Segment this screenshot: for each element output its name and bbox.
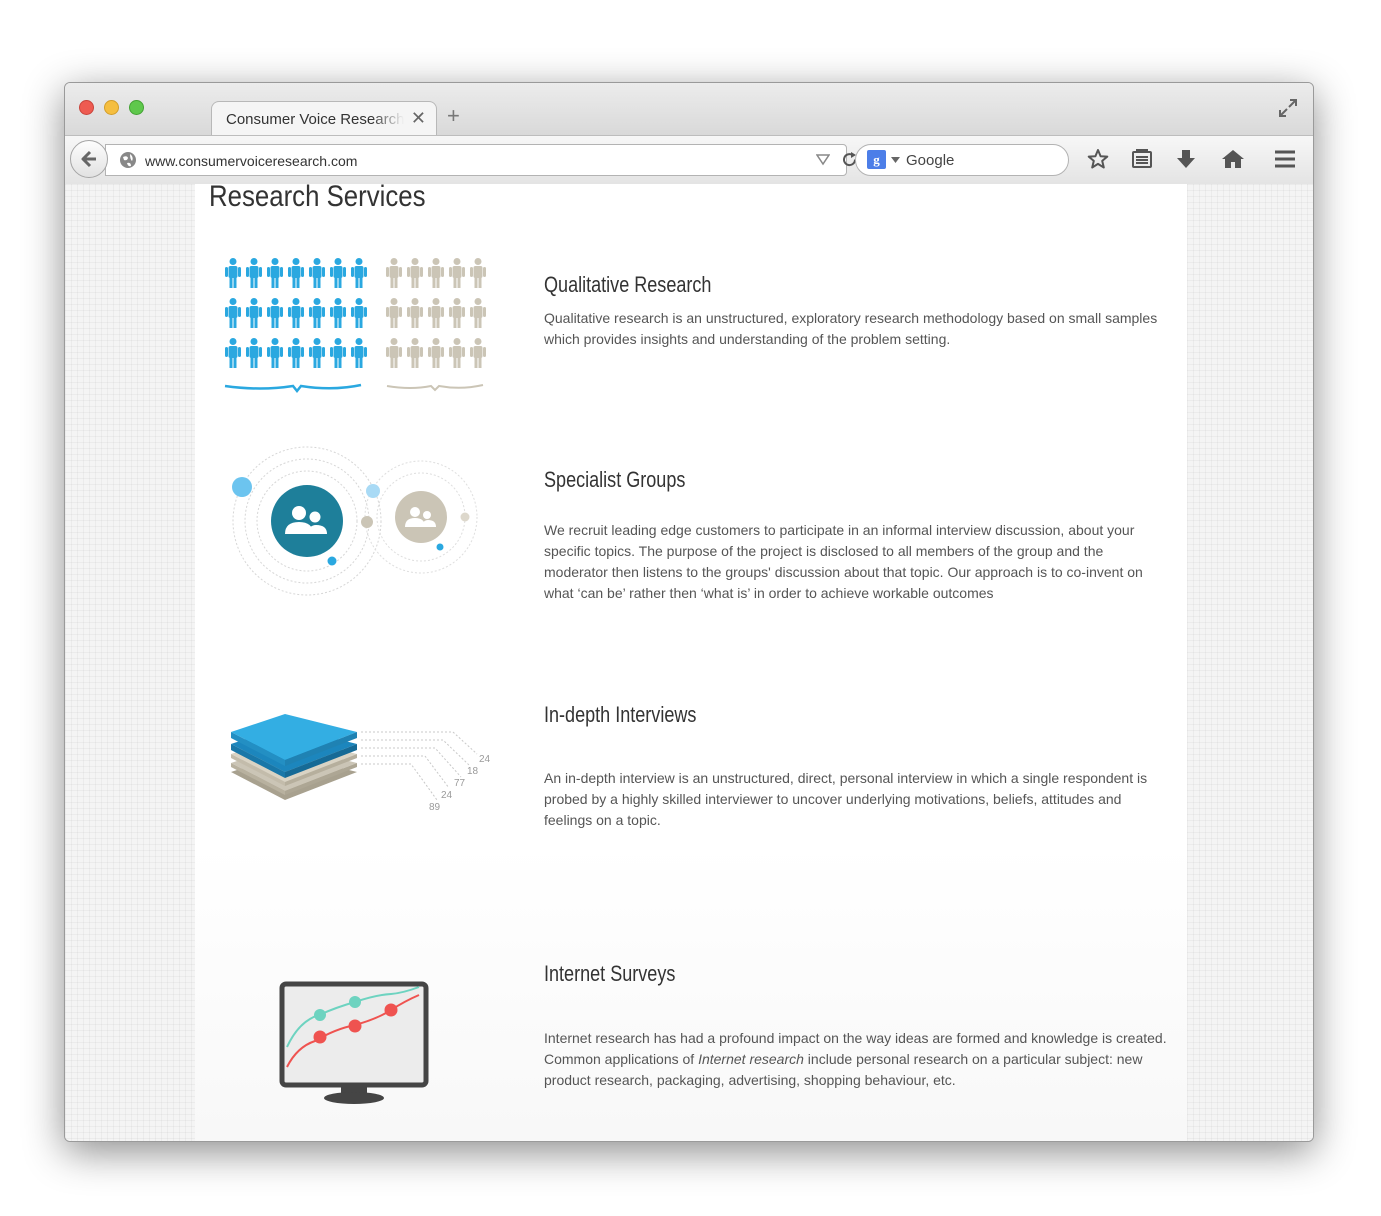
close-window-button[interactable] bbox=[79, 100, 94, 115]
service-title: Internet Surveys bbox=[544, 961, 676, 986]
search-bar[interactable]: g Google bbox=[855, 144, 1069, 176]
group-orbits-icon bbox=[232, 446, 478, 596]
minimize-window-button[interactable] bbox=[104, 100, 119, 115]
tab-active[interactable]: Consumer Voice Research ✕ bbox=[211, 101, 437, 136]
google-engine-icon[interactable]: g bbox=[867, 150, 886, 169]
service-title: Specialist Groups bbox=[544, 467, 686, 492]
engine-dropdown-icon[interactable] bbox=[891, 157, 900, 163]
dropdown-arrow-icon[interactable] bbox=[816, 154, 830, 166]
service-title: Qualitative Research bbox=[544, 272, 712, 297]
service-title: In-depth Interviews bbox=[544, 702, 697, 727]
home-icon[interactable] bbox=[1221, 148, 1245, 170]
layer-label: 89 bbox=[429, 802, 441, 813]
fullscreen-icon[interactable] bbox=[1277, 97, 1299, 119]
service-description: Internet research has had a profound imp… bbox=[544, 1028, 1169, 1091]
layer-label: 77 bbox=[454, 778, 466, 789]
navigation-toolbar: www.consumervoiceresearch.com g Google bbox=[65, 135, 1313, 185]
url-text: www.consumervoiceresearch.com bbox=[145, 153, 358, 169]
tab-bar: Consumer Voice Research ✕ + bbox=[65, 83, 1313, 136]
back-button[interactable] bbox=[70, 140, 108, 178]
browser-window: Consumer Voice Research ✕ + www.consumer… bbox=[64, 82, 1314, 1142]
new-tab-button[interactable]: + bbox=[447, 103, 460, 129]
content-column: Research Services Qualitative Research Q… bbox=[195, 184, 1187, 1141]
layer-stack-icon: 24 18 77 24 89 bbox=[231, 714, 491, 813]
reading-list-icon[interactable] bbox=[1131, 148, 1153, 170]
page-viewport: Research Services Qualitative Research Q… bbox=[65, 184, 1313, 1141]
layer-label: 24 bbox=[479, 754, 491, 765]
search-input[interactable]: Google bbox=[906, 152, 954, 169]
page-title: Research Services bbox=[209, 184, 426, 213]
tab-close-icon[interactable]: ✕ bbox=[411, 108, 426, 129]
zoom-window-button[interactable] bbox=[129, 100, 144, 115]
layer-label: 18 bbox=[467, 766, 479, 777]
service-description: An in-depth interview is an unstructured… bbox=[544, 770, 1148, 828]
bookmark-star-icon[interactable] bbox=[1087, 148, 1109, 170]
service-description: Qualitative research is an unstructured,… bbox=[544, 310, 1158, 347]
service-description: We recruit leading edge customers to par… bbox=[544, 522, 1143, 601]
tab-title: Consumer Voice Research bbox=[226, 111, 404, 128]
download-icon[interactable] bbox=[1175, 148, 1197, 170]
monitor-chart-icon bbox=[279, 981, 429, 1104]
layer-label: 24 bbox=[441, 790, 453, 801]
back-arrow-icon bbox=[81, 150, 96, 168]
people-groups-icon bbox=[224, 258, 486, 394]
description-emphasis: Internet research bbox=[698, 1051, 804, 1067]
menu-icon[interactable] bbox=[1273, 148, 1297, 170]
globe-icon bbox=[120, 152, 136, 168]
address-bar[interactable]: www.consumervoiceresearch.com bbox=[105, 144, 857, 176]
